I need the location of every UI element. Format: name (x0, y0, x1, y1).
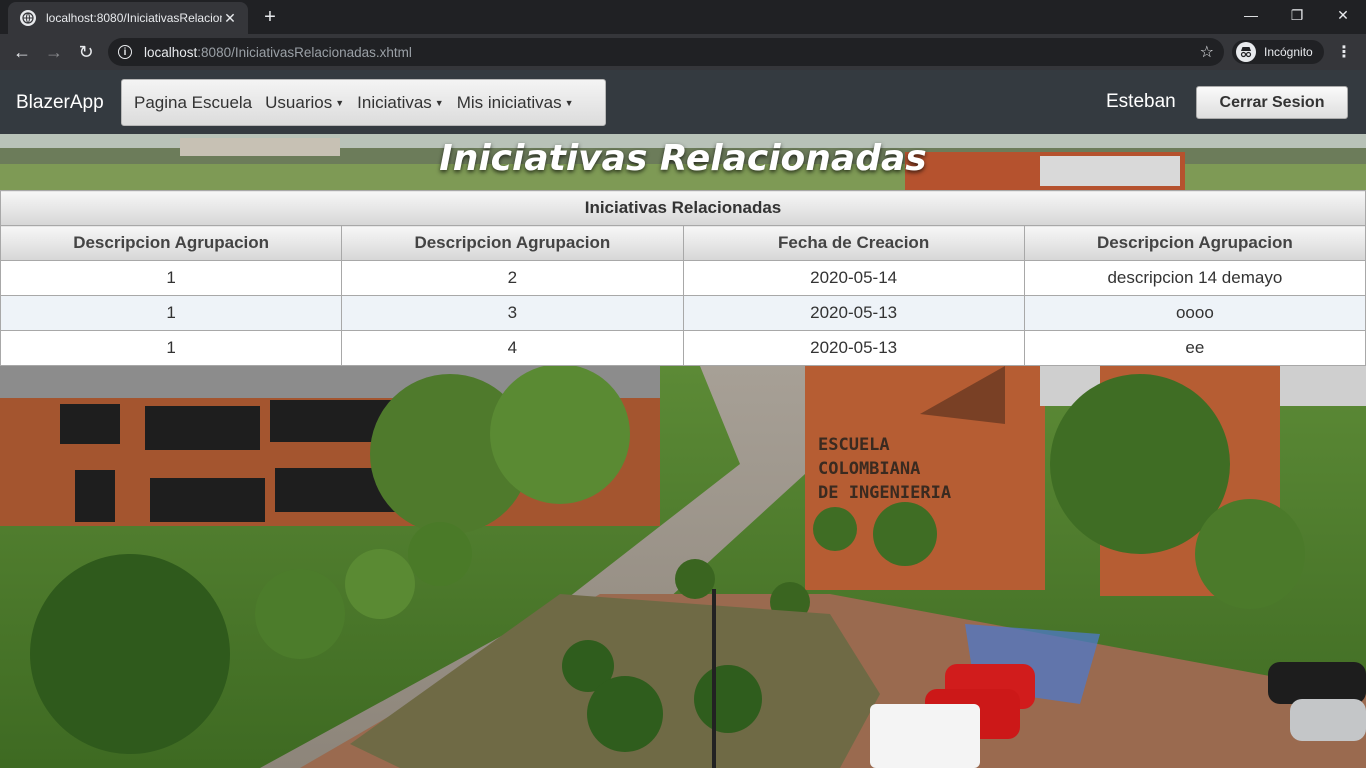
menu-item-mis-iniciativas[interactable]: Mis iniciativas ▼ (457, 93, 574, 113)
incognito-label: Incógnito (1264, 45, 1313, 59)
close-tab-icon[interactable]: ✕ (222, 10, 238, 27)
browser-menu-icon[interactable]: ⋮ (1334, 40, 1354, 64)
url-text[interactable]: localhost:8080/IniciativasRelacionadas.x… (144, 45, 1200, 60)
table-cell: 1 (0, 260, 343, 296)
current-user-name: Esteban (1106, 91, 1176, 112)
table-cell: 2020-05-14 (682, 260, 1025, 296)
table-cell: 2020-05-13 (682, 330, 1025, 366)
url-path: :8080/IniciativasRelacionadas.xhtml (197, 44, 412, 60)
menu-item-label: Mis iniciativas (456, 92, 562, 112)
column-header-fecha-de-creacion[interactable]: Fecha de Creacion (682, 225, 1025, 261)
url-host: localhost (144, 44, 198, 60)
table-cell: 2 (341, 260, 684, 296)
sign-line-3: DE INGENIERIA (818, 483, 951, 503)
brand-logo[interactable]: BlazerApp (16, 92, 104, 114)
restore-icon[interactable]: ❐ (1274, 0, 1320, 30)
new-tab-icon[interactable]: + (258, 5, 282, 29)
main-menu: Pagina Escuela Usuarios ▼ Iniciativas ▼ Mi… (121, 79, 606, 126)
sign-line-1: ESCUELA (818, 435, 890, 455)
reload-icon[interactable]: ↻ (74, 40, 98, 64)
back-arrow-icon[interactable]: ← (10, 40, 34, 64)
menu-item-label: Iniciativas (357, 92, 432, 112)
table-cell: 3 (341, 295, 684, 331)
app-navbar: BlazerApp Pagina Escuela Usuarios ▼ Inici… (0, 70, 1366, 134)
incognito-badge[interactable]: Incógnito (1232, 40, 1324, 64)
browser-toolbar: ← → ↻ i localhost:8080/IniciativasRelaci… (0, 34, 1366, 70)
site-info-icon[interactable]: i (118, 45, 132, 59)
column-header-descripcion-agrupacion[interactable]: Descripcion Agrupacion (1023, 225, 1366, 261)
table-cell: 1 (0, 330, 343, 366)
table-caption-row: Iniciativas Relacionadas (0, 190, 1366, 226)
menu-item-iniciativas[interactable]: Iniciativas ▼ (357, 93, 444, 113)
address-bar[interactable]: i localhost:8080/IniciativasRelacionadas… (108, 38, 1224, 66)
table-cell: oooo (1023, 295, 1366, 331)
logout-button[interactable]: Cerrar Sesion (1196, 86, 1348, 119)
tab-title: localhost:8080/IniciativasRelacionadas.x… (46, 11, 222, 25)
menu-item-label: Usuarios (265, 92, 333, 112)
browser-tab[interactable]: localhost:8080/IniciativasRelacionadas.x… (8, 2, 248, 34)
table-cell: 2020-05-13 (682, 295, 1025, 331)
caret-down-icon: ▼ (434, 98, 444, 109)
caret-down-icon: ▼ (564, 98, 574, 109)
window-close-icon[interactable]: ✕ (1320, 0, 1366, 30)
table-caption: Iniciativas Relacionadas (0, 190, 1366, 226)
table-row[interactable]: 1 2 2020-05-14 descripcion 14 demayo (0, 260, 1366, 296)
table-row[interactable]: 1 3 2020-05-13 oooo (0, 295, 1366, 331)
menu-item-usuarios[interactable]: Usuarios ▼ (265, 93, 344, 113)
table-cell: descripcion 14 demayo (1023, 260, 1366, 296)
minimize-icon[interactable]: — (1228, 0, 1274, 30)
related-initiatives-table: Iniciativas Relacionadas Descripcion Agr… (0, 190, 1366, 366)
menu-item-pagina-escuela[interactable]: Pagina Escuela (134, 93, 252, 113)
page-title: Iniciativas Relacionadas (439, 138, 927, 179)
table-row[interactable]: 1 4 2020-05-13 ee (0, 330, 1366, 366)
sign-line-2: COLOMBIANA (818, 459, 920, 479)
table-cell: 1 (0, 295, 343, 331)
table-header-row: Descripcion Agrupacion Descripcion Agrup… (0, 225, 1366, 261)
globe-icon (20, 10, 36, 26)
column-header-descripcion-agrupacion[interactable]: Descripcion Agrupacion (341, 225, 684, 261)
caret-down-icon: ▼ (335, 98, 345, 109)
browser-tab-strip: localhost:8080/IniciativasRelacionadas.x… (0, 0, 1366, 34)
bookmark-star-icon[interactable]: ☆ (1200, 42, 1214, 62)
column-header-descripcion-agrupacion[interactable]: Descripcion Agrupacion (0, 225, 343, 261)
menu-item-label: Pagina Escuela (134, 92, 253, 112)
table-cell: ee (1023, 330, 1366, 366)
forward-arrow-icon[interactable]: → (42, 40, 66, 64)
table-cell: 4 (341, 330, 684, 366)
incognito-icon (1236, 42, 1256, 62)
